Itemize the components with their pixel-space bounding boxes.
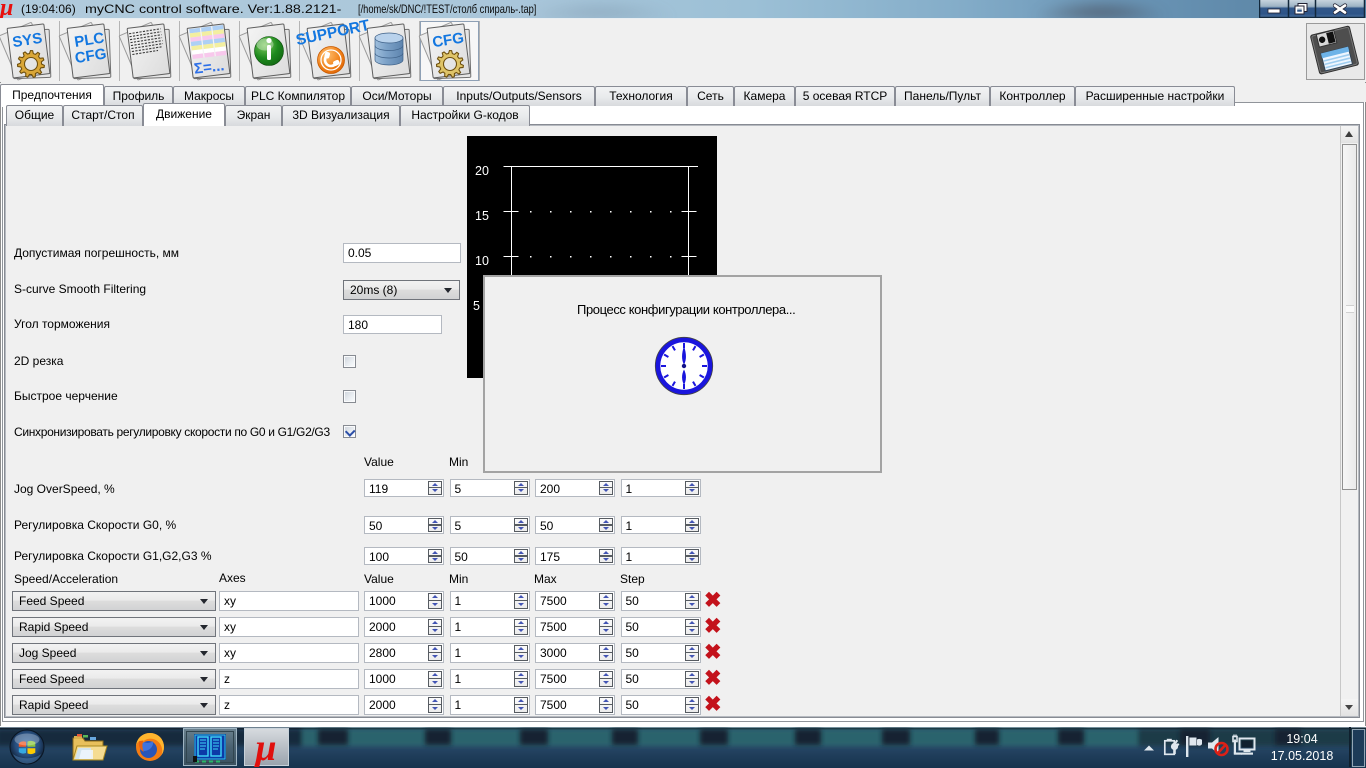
svg-text:19:04: 19:04 (1286, 732, 1317, 746)
svg-text:μ: μ (253, 727, 276, 767)
svg-text:17.05.2018: 17.05.2018 (1271, 749, 1334, 763)
svg-text:15: 15 (475, 209, 489, 223)
svg-text:10: 10 (475, 254, 489, 268)
svg-text:20: 20 (475, 164, 489, 178)
svg-text:5: 5 (473, 299, 480, 313)
